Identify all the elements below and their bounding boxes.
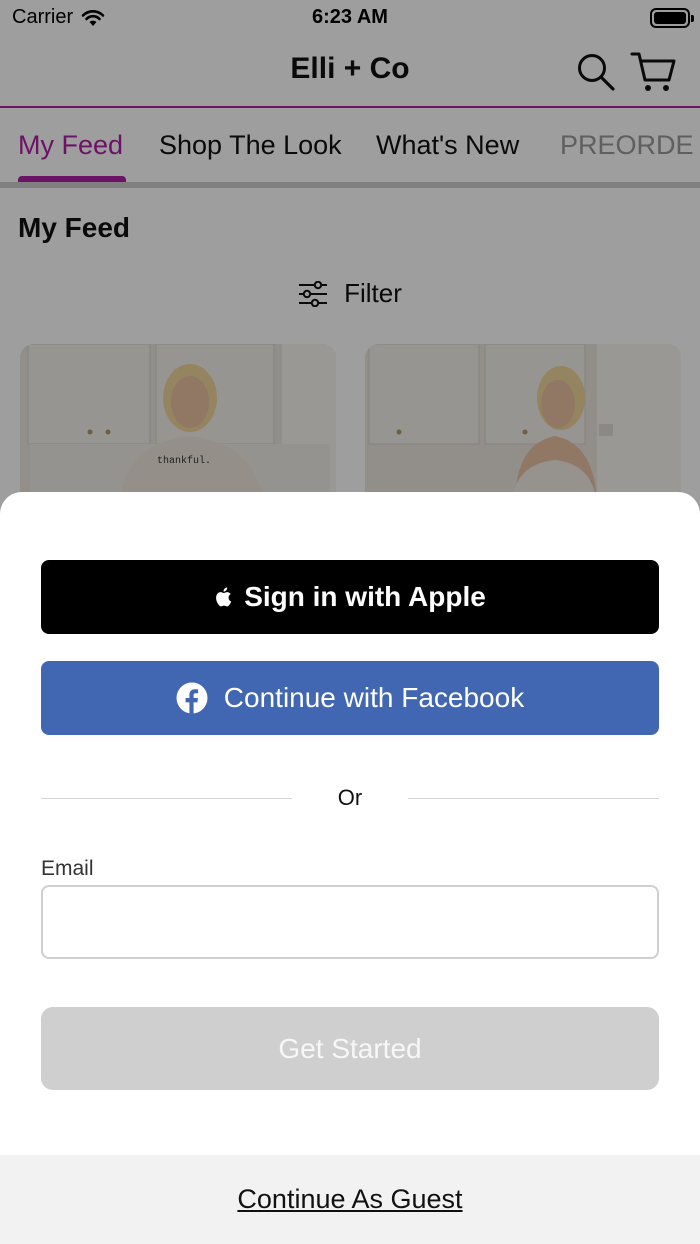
continue-as-guest-link[interactable]: Continue As Guest [237, 1184, 462, 1215]
facebook-button-label: Continue with Facebook [223, 682, 525, 713]
apple-button-label: Sign in with Apple [244, 581, 486, 612]
apple-icon [216, 587, 232, 607]
facebook-icon [176, 682, 208, 714]
email-field[interactable] [41, 885, 659, 959]
email-label: Email [41, 857, 94, 880]
guest-bar: Continue As Guest [0, 1155, 700, 1244]
continue-with-facebook-button[interactable]: Continue with Facebook [41, 661, 659, 735]
or-divider: Or [337, 785, 363, 810]
sign-in-with-apple-button[interactable]: Sign in with Apple [41, 560, 659, 634]
login-sheet: Sign in with Apple Continue with Faceboo… [0, 492, 700, 1244]
get-started-button[interactable]: Get Started [41, 1007, 659, 1090]
